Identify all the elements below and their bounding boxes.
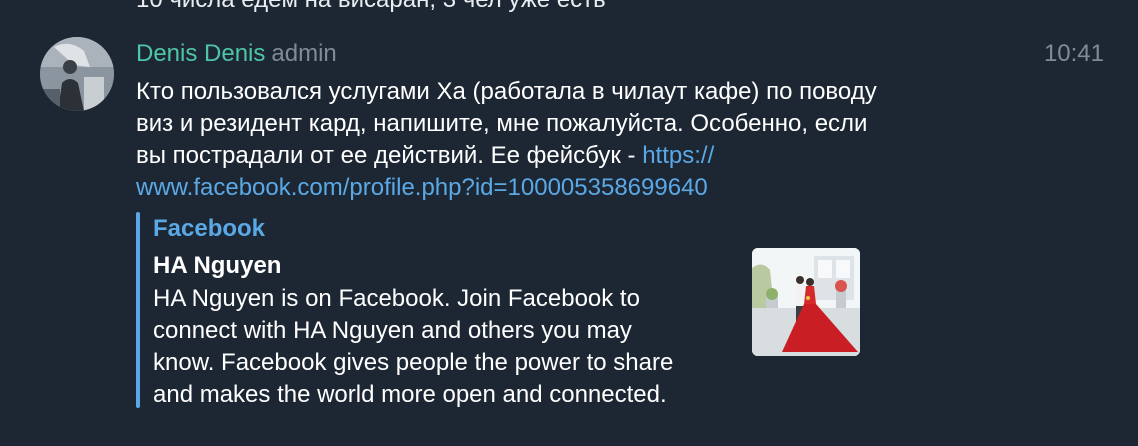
preview-thumbnail[interactable] (752, 248, 860, 356)
avatar[interactable] (40, 37, 114, 111)
message-header: Denis Denis admin (136, 39, 337, 69)
facebook-link-part2[interactable]: www.facebook.com/profile.php?id=10000535… (136, 174, 708, 201)
wedding-photo-icon (752, 248, 860, 356)
sender-role-badge: admin (271, 40, 337, 67)
message-link-line: www.facebook.com/profile.php?id=10000535… (136, 172, 996, 204)
facebook-link-part1[interactable]: https:// (642, 142, 714, 169)
message-text: Кто пользовался услугами Ха (работала в … (136, 76, 996, 204)
preview-description-line: connect with HA Nguyen and others you ma… (153, 317, 632, 344)
preview-accent-bar (136, 212, 140, 408)
link-preview[interactable]: Facebook HA Nguyen HA Nguyen is on Faceb… (136, 212, 866, 408)
sender-name[interactable]: Denis Denis (136, 40, 265, 67)
message-line: вы пострадали от ее действий. Ее фейсбук… (136, 142, 643, 169)
preview-description: HA Nguyen is on Facebook. Join Facebook … (153, 283, 743, 411)
message-line: виз и резидент кард, напишите, мне пожал… (136, 110, 868, 137)
avatar-photo-icon (40, 37, 114, 111)
message-timestamp: 10:41 (1043, 40, 1104, 67)
preview-description-line: and makes the world more open and connec… (153, 381, 667, 408)
preview-description-line: HA Nguyen is on Facebook. Join Facebook … (153, 285, 640, 312)
preview-description-line: know. Facebook gives people the power to… (153, 349, 674, 376)
message-line: Кто пользовался услугами Ха (работала в … (136, 78, 877, 105)
message-line-with-link: вы пострадали от ее действий. Ее фейсбук… (136, 140, 996, 172)
preview-title: HA Nguyen (153, 252, 282, 279)
previous-message-text: 10 числа едем на висаран, 3 чел уже есть (136, 0, 606, 14)
preview-site-name: Facebook (153, 215, 266, 242)
